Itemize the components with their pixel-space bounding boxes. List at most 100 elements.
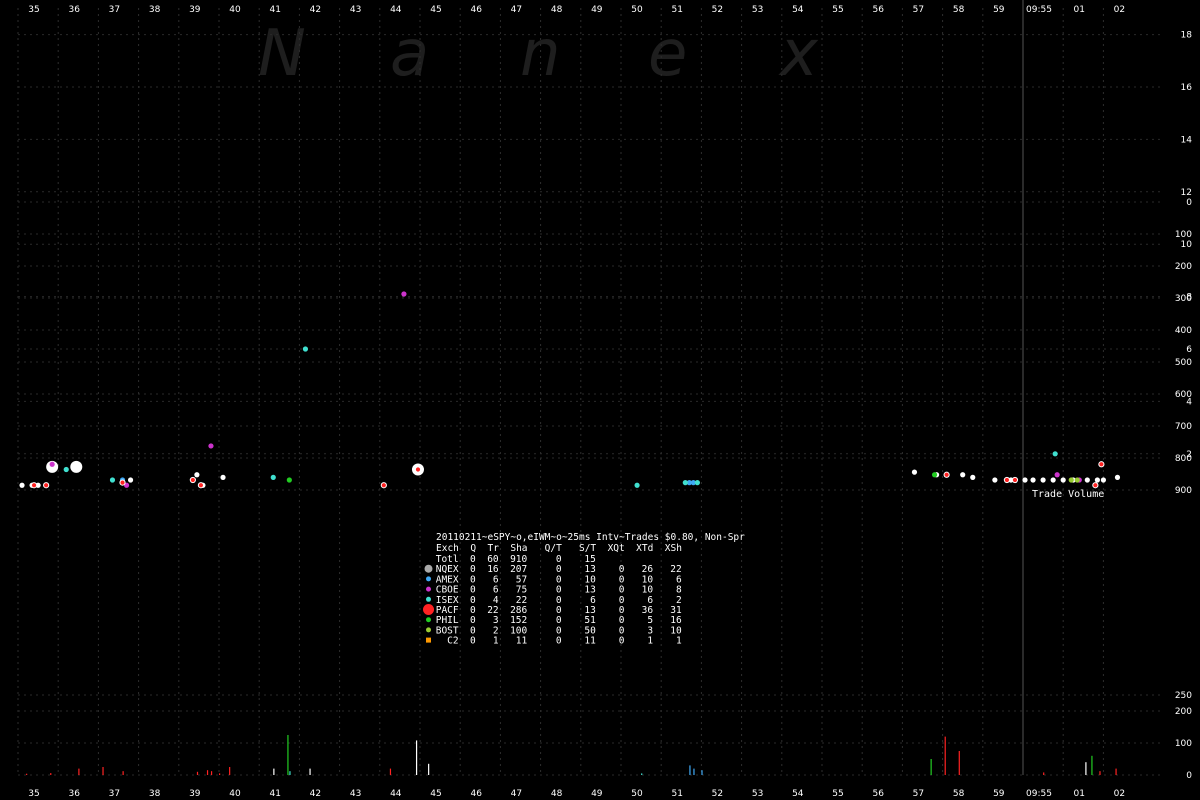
- y-tick-label-volume: 700: [1175, 422, 1192, 432]
- trade-point-pacf: [943, 471, 950, 478]
- trade-point-phil: [286, 477, 292, 483]
- trade-point-pacf: [189, 476, 196, 484]
- volume-bar: [944, 736, 946, 775]
- trade-point-nqex: [992, 477, 998, 483]
- volume-bar: [210, 771, 213, 775]
- trade-point-pacf: [414, 466, 422, 473]
- x-tick-label-top: 44: [390, 5, 402, 15]
- trade-point-cboe: [1054, 472, 1060, 478]
- y-tick-label-volume-lower: 100: [1175, 739, 1192, 749]
- volume-bar: [689, 765, 691, 775]
- trade-point-nqex: [911, 469, 918, 475]
- volume-bar: [309, 768, 311, 775]
- x-tick-label-top: 59: [993, 5, 1005, 15]
- x-tick-label-top: 48: [551, 5, 563, 15]
- x-tick-label-bottom: 48: [551, 789, 563, 799]
- y-tick-label-volume: 800: [1175, 454, 1192, 464]
- trade-point-nqex: [1100, 477, 1106, 483]
- trade-point-nqex: [1050, 477, 1056, 483]
- trade-point-pacf: [1003, 476, 1011, 484]
- volume-bar: [78, 768, 80, 775]
- y-tick-label-volume: 0: [1186, 198, 1192, 208]
- x-tick-label-top: 43: [350, 5, 361, 15]
- trade-point-phil: [931, 472, 938, 478]
- y-tick-label-volume: 500: [1175, 358, 1192, 368]
- y-tick-label-volume: 100: [1175, 230, 1192, 240]
- trade-point-isex: [63, 466, 69, 473]
- volume-bar: [701, 770, 703, 775]
- y-tick-label-price: 12: [1181, 188, 1192, 198]
- volume-bar: [289, 771, 291, 775]
- trade-point-pacf: [1011, 476, 1019, 484]
- x-tick-label-bottom: 43: [350, 789, 361, 799]
- x-tick-label-top: 09:55: [1026, 5, 1052, 15]
- x-tick-label-bottom: 41: [269, 789, 280, 799]
- trade-point-pacf: [197, 482, 205, 489]
- volume-bar: [273, 768, 275, 775]
- x-tick-label-top: 50: [631, 5, 643, 15]
- trade-point-pacf: [380, 482, 387, 489]
- trade-point-nqex: [70, 460, 83, 473]
- volume-bar: [1115, 768, 1117, 775]
- y-tick-label-price: 16: [1181, 83, 1193, 93]
- x-tick-label-top: 52: [712, 5, 723, 15]
- x-tick-label-top: 53: [752, 5, 763, 15]
- x-tick-label-bottom: 39: [189, 789, 201, 799]
- x-tick-label-top: 01: [1073, 5, 1084, 15]
- trade-point-isex: [694, 480, 700, 486]
- x-tick-label-top: 54: [792, 5, 804, 15]
- x-tick-label-top: 36: [68, 5, 80, 15]
- x-tick-label-bottom: 47: [511, 789, 522, 799]
- volume-bar: [641, 773, 643, 775]
- trade-point-cboe: [208, 443, 214, 449]
- trade-point-nqex: [970, 474, 976, 480]
- y-tick-label-price: 18: [1181, 31, 1193, 41]
- watermark-letter: a: [390, 17, 429, 91]
- x-tick-label-bottom: 53: [752, 789, 763, 799]
- y-tick-label-volume-lower: 200: [1175, 707, 1192, 717]
- trade-point-bost: [1074, 477, 1080, 483]
- x-tick-label-top: 55: [832, 5, 843, 15]
- volume-bar: [206, 770, 209, 775]
- x-tick-label-top: 35: [28, 5, 39, 15]
- volume-bars: [26, 735, 1117, 775]
- y-tick-label-price: 14: [1181, 135, 1193, 145]
- trade-point-isex: [1052, 451, 1058, 457]
- x-tick-label-top: 46: [470, 5, 482, 15]
- trade-point-nqex: [220, 474, 226, 480]
- y-tick-label-volume: 900: [1175, 486, 1192, 496]
- x-tick-label-top: 49: [591, 5, 603, 15]
- trade-point-nqex: [1084, 477, 1090, 483]
- trade-point-nqex: [127, 477, 134, 483]
- trade-point-isex: [634, 482, 640, 488]
- x-tick-label-top: 38: [149, 5, 161, 15]
- volume-bar: [229, 767, 231, 775]
- trade-point-pacf: [1092, 482, 1099, 489]
- volume-bar: [1043, 772, 1045, 775]
- volume-bar: [287, 735, 289, 775]
- y-tick-label-volume: 200: [1175, 262, 1192, 272]
- trade-point-nqex: [960, 472, 966, 478]
- stats-header: Exch Q Tr Sha Q/T S/T XQt XTd XSh: [436, 543, 682, 554]
- y-axis-ticks: 2468101214161890080070060050040030020010…: [1175, 31, 1192, 781]
- x-tick-label-bottom: 52: [712, 789, 723, 799]
- trade-point-nqex: [1022, 477, 1028, 483]
- trade-volume-label: Trade Volume: [1032, 489, 1104, 500]
- volume-bar: [958, 751, 960, 775]
- trade-point-nqex: [19, 482, 25, 488]
- x-tick-label-bottom: 57: [913, 789, 924, 799]
- x-tick-label-top: 37: [109, 5, 120, 15]
- y-tick-label-price: 6: [1186, 345, 1192, 355]
- volume-bar: [1085, 762, 1087, 775]
- volume-bar: [389, 768, 392, 775]
- x-tick-label-bottom: 35: [28, 789, 39, 799]
- x-tick-label-bottom: 58: [953, 789, 965, 799]
- x-tick-label-bottom: 42: [310, 789, 321, 799]
- x-tick-label-top: 58: [953, 5, 965, 15]
- trade-point-isex: [109, 477, 116, 483]
- x-tick-label-top: 45: [430, 5, 441, 15]
- volume-bar: [196, 771, 199, 775]
- y-tick-label-volume: 600: [1175, 390, 1192, 400]
- x-tick-label-top: 57: [913, 5, 924, 15]
- trade-point-pacf: [119, 479, 126, 486]
